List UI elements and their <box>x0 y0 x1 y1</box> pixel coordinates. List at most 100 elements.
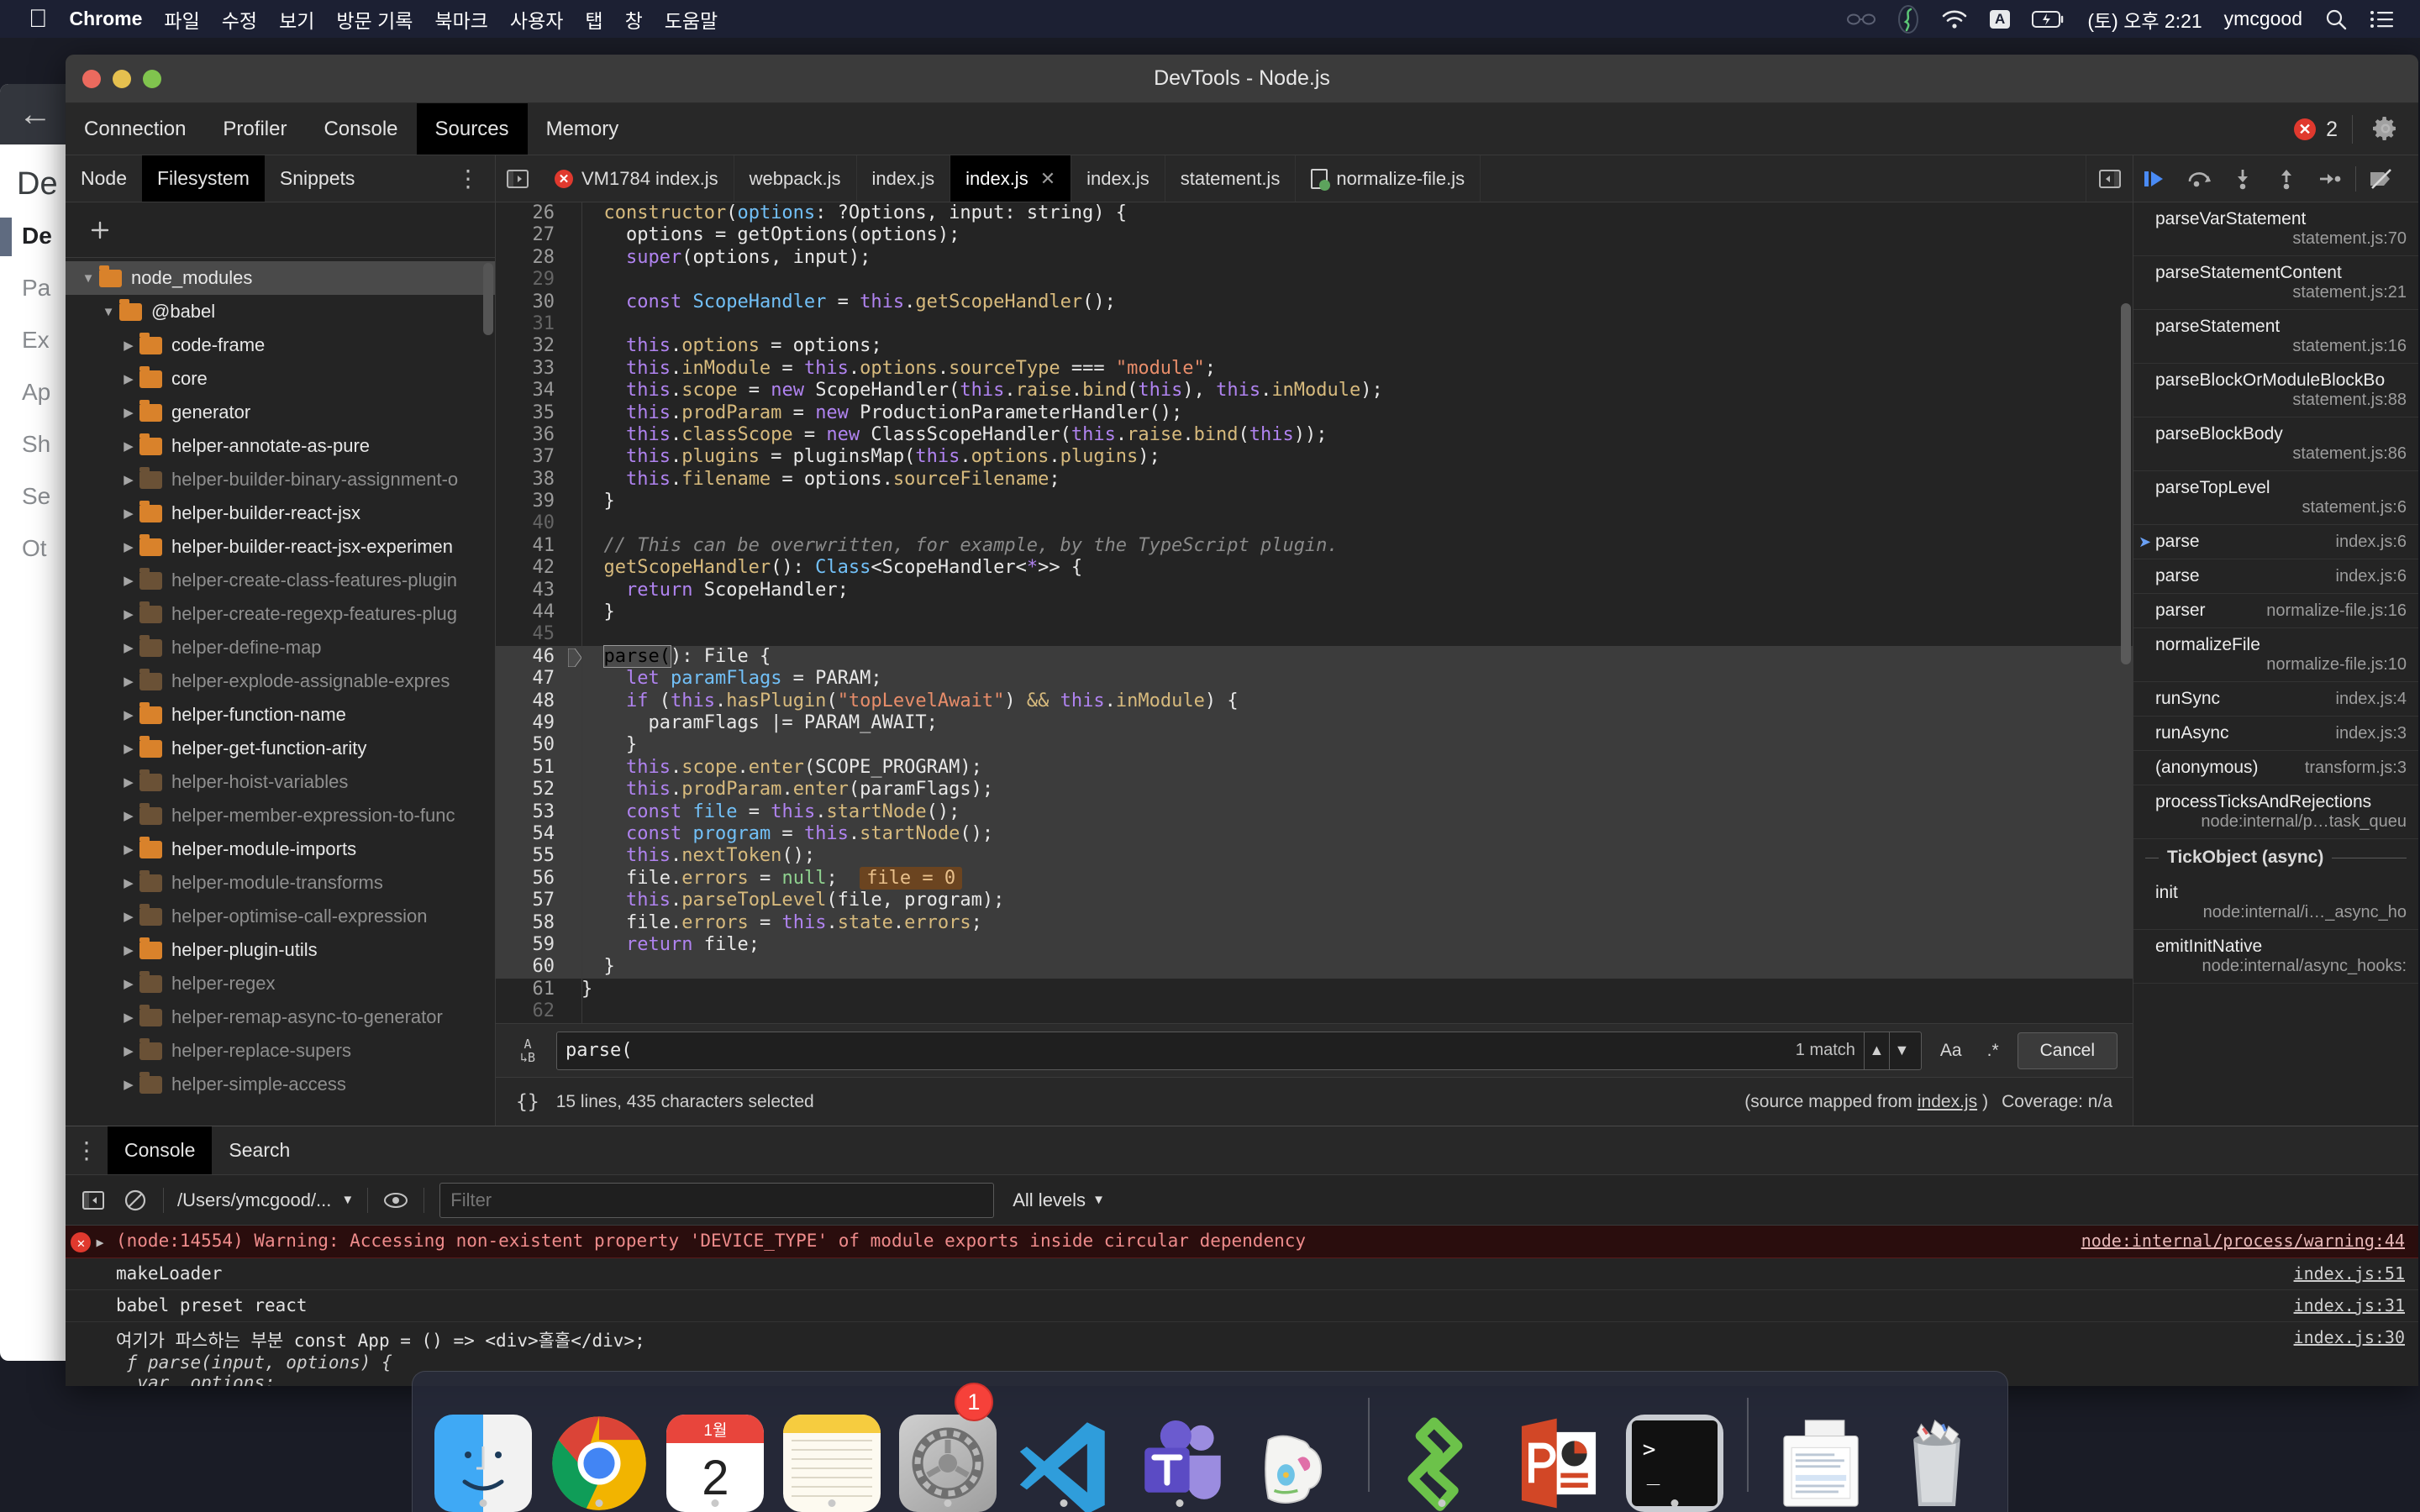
format-code-icon[interactable]: {} <box>516 1091 539 1113</box>
call-stack-frame[interactable]: parser normalize-file.js:16 <box>2133 594 2418 628</box>
match-case-toggle[interactable]: Aa <box>1933 1041 1969 1061</box>
tree-item[interactable]: ▶ core <box>66 362 495 396</box>
editor-tab-index-js-active[interactable]: index.js ✕ <box>950 155 1072 202</box>
tab-snippets[interactable]: Snippets <box>265 155 371 202</box>
console-message[interactable]: ✕ ▶ (node:14554) Warning: Accessing non-ex… <box>66 1226 2418 1258</box>
console-message[interactable]: babel preset react index.js:31 <box>66 1290 2418 1322</box>
line-number[interactable]: 44 <box>496 601 568 623</box>
expand-triangle-icon[interactable]: ▶ <box>96 1235 103 1250</box>
line-number[interactable]: 37 <box>496 446 568 468</box>
editor-tab-index-js-2[interactable]: index.js <box>857 155 951 202</box>
menubar-item-profiles[interactable]: 사용자 <box>510 5 563 34</box>
line-number[interactable]: 40 <box>496 512 568 534</box>
call-stack-frame[interactable]: parseStatement statement.js:16 <box>2133 310 2418 364</box>
console-source-link[interactable]: index.js:31 <box>2277 1295 2405 1315</box>
async-stack-frame[interactable]: emitInitNative node:internal/async_hooks: <box>2133 930 2418 984</box>
dock-item-notes[interactable] <box>778 1379 886 1512</box>
console-level-selector[interactable]: All levels ▼ <box>1013 1189 1105 1211</box>
chevron-right-icon[interactable]: ▶ <box>118 1077 139 1092</box>
line-number[interactable]: 35 <box>496 402 568 424</box>
tree-item[interactable]: ▶ helper-remap-async-to-generator <box>66 1000 495 1034</box>
line-number[interactable]: 43 <box>496 580 568 601</box>
wifi-icon[interactable] <box>1941 9 1968 29</box>
chevron-right-icon[interactable]: ▶ <box>118 842 139 857</box>
code-scrollbar[interactable] <box>2121 303 2131 664</box>
gear-icon[interactable] <box>2371 115 2400 144</box>
call-stack-frame[interactable]: parseBlockBody statement.js:86 <box>2133 417 2418 471</box>
line-number[interactable]: 54 <box>496 823 568 845</box>
chevron-down-icon[interactable]: ▼ <box>77 271 99 286</box>
tree-item[interactable]: ▼ node_modules <box>66 261 495 295</box>
menubar-item-file[interactable]: 파일 <box>164 5 199 34</box>
dock-item-powerpoint[interactable] <box>1504 1379 1612 1512</box>
tree-item[interactable]: ▶ helper-builder-binary-assignment-o <box>66 463 495 496</box>
collapse-sidebar-icon[interactable] <box>496 155 539 202</box>
menubar-item-view[interactable]: 보기 <box>279 5 314 34</box>
input-source-icon[interactable]: A <box>1990 9 2011 29</box>
dock-item-chrome[interactable] <box>545 1379 653 1512</box>
line-number[interactable]: 50 <box>496 734 568 756</box>
editor-tab-vm1784-index-js[interactable]: ✕ VM1784 index.js <box>539 155 734 202</box>
flow-icon[interactable] <box>1897 4 1919 34</box>
tree-item[interactable]: ▶ helper-create-class-features-plugin <box>66 564 495 597</box>
menubar-item-history[interactable]: 방문 기록 <box>336 5 413 34</box>
source-map-link[interactable]: index.js <box>1918 1092 1977 1112</box>
call-stack-frame[interactable]: ➤ parse index.js:6 <box>2133 525 2418 559</box>
tree-item[interactable]: ▶ helper-define-map <box>66 631 495 664</box>
line-number[interactable]: 47 <box>496 668 568 690</box>
more-tabs-icon[interactable] <box>2086 155 2133 202</box>
line-number[interactable]: 27 <box>496 224 568 246</box>
console-filter-input[interactable] <box>450 1189 984 1211</box>
tree-item[interactable]: ▶ helper-replace-supers <box>66 1034 495 1068</box>
chevron-right-icon[interactable]: ▶ <box>118 808 139 823</box>
console-filter-wrapper[interactable] <box>439 1182 995 1218</box>
line-number[interactable]: 53 <box>496 801 568 823</box>
console-source-link[interactable]: index.js:51 <box>2277 1263 2405 1284</box>
line-number[interactable]: 60 <box>496 956 568 978</box>
async-stack-frame[interactable]: init node:internal/i…_async_ho <box>2133 876 2418 930</box>
back-arrow-icon[interactable]: ← <box>18 96 52 134</box>
tree-item[interactable]: ▶ helper-hoist-variables <box>66 765 495 799</box>
tab-filesystem[interactable]: Filesystem <box>141 155 265 202</box>
menubar-username[interactable]: ymcgood <box>2224 8 2302 30</box>
dock-item-finder[interactable] <box>429 1379 537 1512</box>
step-icon[interactable] <box>2308 155 2352 202</box>
line-number[interactable]: 49 <box>496 712 568 734</box>
tree-item[interactable]: ▶ helper-plugin-utils <box>66 933 495 967</box>
chevron-right-icon[interactable]: ▶ <box>118 506 139 521</box>
chevron-right-icon[interactable]: ▶ <box>118 942 139 958</box>
search-input[interactable] <box>566 1040 1796 1061</box>
control-center-icon[interactable] <box>2370 9 2395 29</box>
tree-item[interactable]: ▶ helper-explode-assignable-expres <box>66 664 495 698</box>
call-stack-frame[interactable]: parseVarStatement statement.js:70 <box>2133 202 2418 256</box>
tab-sources[interactable]: Sources <box>416 103 528 155</box>
deactivate-breakpoints-icon[interactable] <box>2360 155 2403 202</box>
chevron-down-icon[interactable]: ▼ <box>97 305 119 319</box>
tree-item[interactable]: ▶ generator <box>66 396 495 429</box>
call-stack-frame[interactable]: runAsync index.js:3 <box>2133 717 2418 751</box>
chevron-right-icon[interactable]: ▶ <box>118 909 139 924</box>
tree-item[interactable]: ▶ helper-annotate-as-pure <box>66 429 495 463</box>
call-stack-frame[interactable]: processTicksAndRejections node:internal/p… <box>2133 785 2418 839</box>
chevron-right-icon[interactable]: ▶ <box>118 774 139 790</box>
clear-console-icon[interactable] <box>114 1175 156 1226</box>
menubar-item-bookmarks[interactable]: 북마크 <box>434 5 487 34</box>
chevron-right-icon[interactable]: ▶ <box>118 674 139 689</box>
chevron-right-icon[interactable]: ▶ <box>118 371 139 386</box>
tree-item[interactable]: ▶ helper-simple-access <box>66 1068 495 1101</box>
battery-charging-icon[interactable] <box>2032 10 2065 29</box>
line-number[interactable]: 46 <box>496 646 568 668</box>
tree-scrollbar[interactable] <box>483 263 493 335</box>
editor-tab-normalize-file-js[interactable]: normalize-file.js <box>1296 155 1481 202</box>
line-number[interactable]: 62 <box>496 1000 568 1022</box>
line-number[interactable]: 55 <box>496 845 568 867</box>
console-sidebar-icon[interactable] <box>72 1175 114 1226</box>
menubar-item-tab[interactable]: 탭 <box>585 5 602 34</box>
line-number[interactable]: 36 <box>496 424 568 446</box>
editor-tab-statement-js[interactable]: statement.js <box>1165 155 1297 202</box>
tree-item[interactable]: ▶ helper-get-function-arity <box>66 732 495 765</box>
step-out-icon[interactable] <box>2265 155 2308 202</box>
line-number[interactable]: 59 <box>496 934 568 956</box>
line-number[interactable]: 28 <box>496 247 568 269</box>
line-number[interactable]: 34 <box>496 380 568 402</box>
